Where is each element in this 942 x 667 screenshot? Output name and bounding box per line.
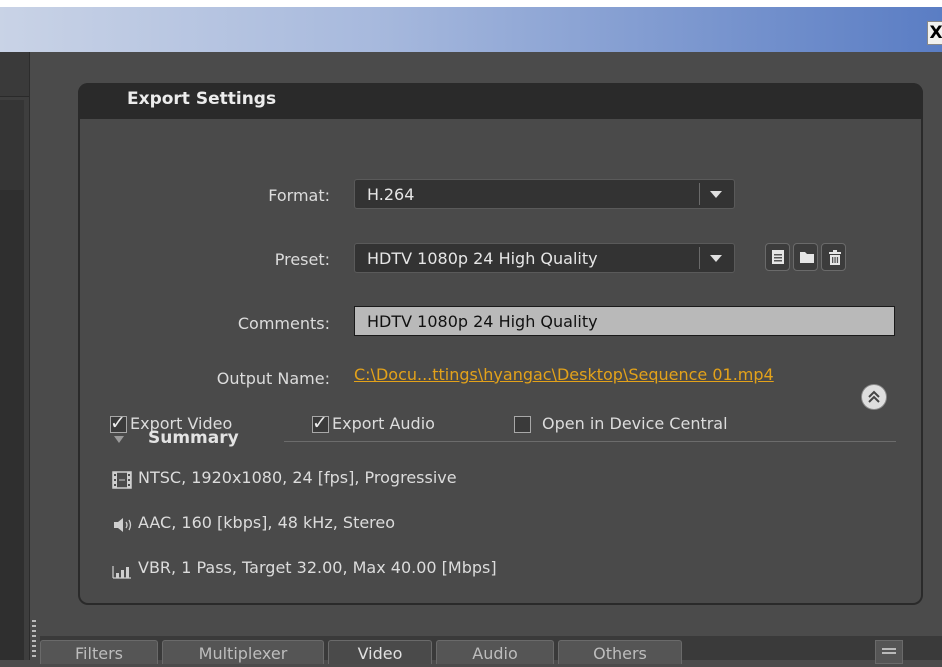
- window-titlebar: X: [0, 0, 942, 52]
- tab-others[interactable]: Others: [558, 640, 682, 664]
- save-preset-button[interactable]: [765, 243, 790, 271]
- trash-icon: [829, 250, 841, 265]
- chevron-down-icon: [710, 191, 722, 198]
- left-panel-scroll[interactable]: [0, 100, 24, 190]
- panel-title: Export Settings: [127, 89, 277, 109]
- panel-header: Export Settings: [78, 83, 923, 119]
- format-dropdown[interactable]: H.264: [354, 179, 735, 209]
- settings-tab-bar: Filters Multiplexer Video Audio Others: [40, 636, 942, 664]
- bitrate-bars-icon: [112, 566, 131, 579]
- collapse-button[interactable]: [862, 385, 886, 409]
- preset-value: HDTV 1080p 24 High Quality: [367, 249, 598, 268]
- panel-body: Format: H.264 Preset: HDTV 1080p 24 High…: [80, 119, 921, 603]
- chevron-down-icon: [710, 255, 722, 262]
- folder-icon: [800, 252, 814, 263]
- titlebar-top-edge: [0, 0, 942, 7]
- export-settings-panel: Export Settings Format: H.264 Preset: HD…: [78, 83, 923, 605]
- save-preset-icon: [772, 250, 784, 264]
- summary-bitrate-text: VBR, 1 Pass, Target 32.00, Max 40.00 [Mb…: [138, 558, 497, 577]
- output-name-link[interactable]: C:\Docu...ttings\hyangac\Desktop\Sequenc…: [354, 365, 774, 384]
- summary-header[interactable]: Summary: [114, 428, 896, 452]
- preset-dropdown[interactable]: HDTV 1080p 24 High Quality: [354, 243, 735, 273]
- left-panel-body: [0, 100, 24, 660]
- format-label: Format:: [268, 186, 330, 205]
- output-name-label: Output Name:: [216, 369, 330, 388]
- summary-audio-text: AAC, 160 [kbps], 48 kHz, Stereo: [138, 513, 396, 532]
- comments-field[interactable]: [354, 306, 895, 336]
- collapse-triangle-icon: [114, 436, 124, 443]
- summary-video-text: NTSC, 1920x1080, 24 [fps], Progressive: [138, 468, 457, 487]
- comments-label: Comments:: [237, 314, 330, 333]
- tab-video[interactable]: Video: [328, 640, 432, 664]
- tab-multiplexer[interactable]: Multiplexer: [162, 640, 324, 664]
- dropdown-separator: [699, 183, 700, 205]
- dropdown-separator: [699, 247, 700, 269]
- speaker-icon: [114, 518, 132, 532]
- left-panel-strip: [0, 52, 30, 660]
- summary-divider: [284, 441, 896, 442]
- tab-filters[interactable]: Filters: [40, 640, 158, 664]
- chevrons-up-icon: [868, 390, 880, 403]
- preset-label: Preset:: [274, 250, 330, 269]
- delete-preset-button[interactable]: [821, 243, 846, 271]
- import-preset-button[interactable]: [793, 243, 818, 271]
- summary-title: Summary: [148, 428, 239, 448]
- format-value: H.264: [367, 185, 415, 204]
- resize-grip-icon[interactable]: [32, 620, 36, 660]
- close-button[interactable]: X: [927, 21, 942, 45]
- panel-menu-button[interactable]: [875, 640, 903, 664]
- film-icon: [112, 471, 132, 489]
- left-panel-header: [0, 52, 29, 97]
- tab-audio[interactable]: Audio: [436, 640, 554, 664]
